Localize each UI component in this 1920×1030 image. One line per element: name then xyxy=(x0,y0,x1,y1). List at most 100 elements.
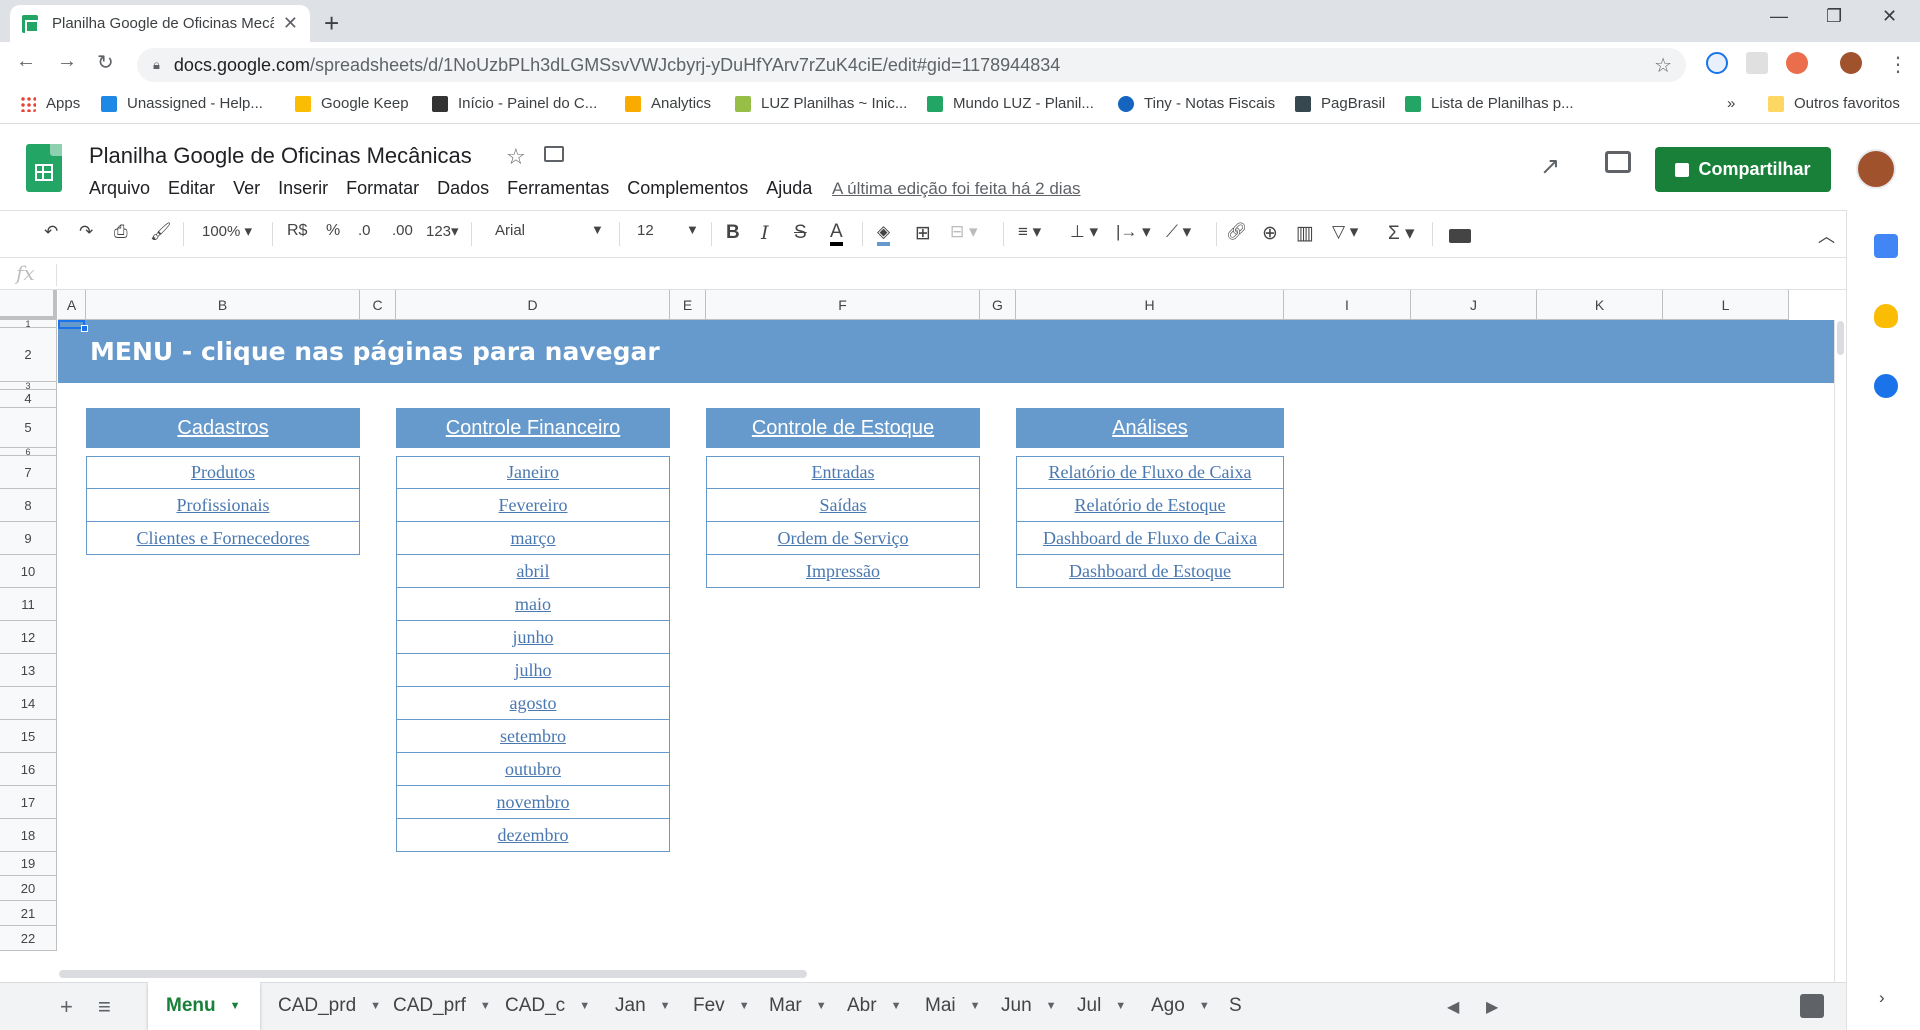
print-icon[interactable]: ⎙ xyxy=(114,222,128,242)
menu-link[interactable]: Clientes e Fornecedores xyxy=(137,528,310,549)
menu-link[interactable]: março xyxy=(511,528,556,549)
reload-icon[interactable]: ↻ xyxy=(97,50,114,75)
menu-link[interactable]: Dashboard de Fluxo de Caixa xyxy=(1043,528,1257,549)
sheet-tab-menu-icon[interactable]: ▼ xyxy=(660,1000,671,1012)
row-header[interactable]: 19 xyxy=(0,852,57,876)
bookmark-unassigned[interactable]: Unassigned - Help... xyxy=(101,95,263,112)
share-button[interactable]: Compartilhar xyxy=(1655,147,1831,192)
all-sheets-icon[interactable]: ≡ xyxy=(98,994,111,1020)
menu-inserir[interactable]: Inserir xyxy=(278,178,328,199)
paint-format-icon[interactable]: 🖌︎ xyxy=(150,222,172,242)
scroll-tabs-left-icon[interactable]: ◀ xyxy=(1447,997,1459,1017)
row-header[interactable]: 15 xyxy=(0,720,57,753)
bookmark-luz[interactable]: LUZ Planilhas ~ Inic... xyxy=(735,95,907,112)
font-size-dropdown-icon[interactable]: ▼ xyxy=(686,222,699,237)
menu-link[interactable]: agosto xyxy=(510,693,557,714)
menu-link-cell[interactable]: novembro xyxy=(396,786,670,819)
category-header[interactable]: Controle Financeiro xyxy=(396,408,670,448)
sheet-tab-menu-icon[interactable]: ▼ xyxy=(1115,1000,1126,1012)
text-rotation-icon[interactable]: ⟋ ▾ xyxy=(1166,222,1191,242)
bookmark-pagbrasil[interactable]: PagBrasil xyxy=(1295,95,1385,112)
filter-icon[interactable]: ▽ ▾ xyxy=(1332,222,1358,242)
sheet-tab-mai[interactable]: Mai ▼ xyxy=(907,982,983,1030)
menu-link[interactable]: setembro xyxy=(500,726,566,747)
fill-handle[interactable] xyxy=(81,325,88,332)
explore-icon[interactable] xyxy=(1800,994,1824,1018)
percent-button[interactable]: % xyxy=(326,222,340,240)
menu-arquivo[interactable]: Arquivo xyxy=(89,178,150,199)
category-header[interactable]: Análises xyxy=(1016,408,1284,448)
category-title[interactable]: Controle de Estoque xyxy=(752,417,934,440)
strikethrough-icon[interactable]: S xyxy=(794,222,807,244)
menu-link-cell[interactable]: abril xyxy=(396,555,670,588)
row-header[interactable]: 20 xyxy=(0,876,57,901)
bookmark-apps[interactable]: Apps xyxy=(20,95,80,112)
restore-icon[interactable]: ❐ xyxy=(1826,6,1842,27)
column-header[interactable]: L xyxy=(1663,290,1789,320)
menu-link-cell[interactable]: dezembro xyxy=(396,819,670,852)
category-title[interactable]: Análises xyxy=(1112,417,1188,440)
row-header[interactable]: 21 xyxy=(0,901,57,926)
bold-icon[interactable]: B xyxy=(726,222,740,244)
menu-link-cell[interactable]: Janeiro xyxy=(396,456,670,489)
menu-link-cell[interactable]: Impressão xyxy=(706,555,980,588)
category-title[interactable]: Controle Financeiro xyxy=(446,417,621,440)
account-avatar[interactable] xyxy=(1856,149,1896,189)
insert-chart-icon[interactable]: ▥ xyxy=(1296,222,1314,245)
sheet-tab-jan[interactable]: Jan ▼ xyxy=(597,982,675,1030)
vertical-align-icon[interactable]: ⊥ ▾ xyxy=(1070,222,1098,242)
insert-link-icon[interactable]: 🔗︎ xyxy=(1226,222,1248,242)
row-header[interactable]: 8 xyxy=(0,489,57,522)
column-header[interactable]: K xyxy=(1537,290,1663,320)
close-window-icon[interactable]: ✕ xyxy=(1882,6,1897,27)
sheet-tab-fev[interactable]: Fev ▼ xyxy=(675,982,751,1030)
row-header[interactable]: 11 xyxy=(0,588,57,621)
bookmark-analytics[interactable]: Analytics xyxy=(625,95,711,112)
menu-link[interactable]: abril xyxy=(517,561,550,582)
vertical-scrollbar[interactable] xyxy=(1834,320,1846,982)
calendar-icon[interactable] xyxy=(1874,234,1898,258)
menu-link-cell[interactable]: Relatório de Fluxo de Caixa xyxy=(1016,456,1284,489)
sheet-tab-cad_prd[interactable]: CAD_prd ▼ xyxy=(260,982,381,1030)
menu-complementos[interactable]: Complementos xyxy=(627,178,748,199)
row-header[interactable]: 7 xyxy=(0,456,57,489)
decrease-decimal-button[interactable]: .0 xyxy=(358,222,371,239)
column-header[interactable]: E xyxy=(670,290,706,320)
sheet-tab-ago[interactable]: Ago ▼ xyxy=(1133,982,1221,1030)
bookmark-star-icon[interactable]: ☆ xyxy=(1654,53,1672,78)
menu-link[interactable]: Relatório de Fluxo de Caixa xyxy=(1049,462,1252,483)
row-header[interactable]: 3 xyxy=(0,381,57,391)
increase-decimal-button[interactable]: .00 xyxy=(392,222,413,239)
browser-menu-icon[interactable]: ⋮ xyxy=(1888,52,1908,77)
star-icon[interactable]: ☆ xyxy=(506,144,526,170)
select-all-corner[interactable] xyxy=(0,290,57,320)
menu-formatar[interactable]: Formatar xyxy=(346,178,419,199)
row-header[interactable]: 6 xyxy=(0,447,57,457)
functions-icon[interactable]: Σ ▾ xyxy=(1388,222,1415,245)
sheet-tab-menu-icon[interactable]: ▼ xyxy=(891,1000,902,1012)
row-header[interactable]: 9 xyxy=(0,522,57,555)
menu-link[interactable]: junho xyxy=(512,627,553,648)
menu-dados[interactable]: Dados xyxy=(437,178,489,199)
undo-icon[interactable]: ↶ xyxy=(44,222,58,242)
row-header[interactable]: 4 xyxy=(0,390,57,408)
menu-link-cell[interactable]: março xyxy=(396,522,670,555)
horizontal-scroll-thumb[interactable] xyxy=(59,970,807,978)
formula-bar[interactable] xyxy=(0,258,1846,290)
menu-link[interactable]: Fevereiro xyxy=(499,495,568,516)
column-header[interactable]: J xyxy=(1411,290,1537,320)
tasks-icon[interactable] xyxy=(1874,374,1898,398)
sheet-tab-jun[interactable]: Jun ▼ xyxy=(983,982,1059,1030)
extension-k-icon[interactable] xyxy=(1786,52,1808,74)
row-header[interactable]: 10 xyxy=(0,555,57,588)
menu-link[interactable]: Relatório de Estoque xyxy=(1075,495,1226,516)
last-edit-link[interactable]: A última edição foi feita há 2 dias xyxy=(832,179,1081,199)
row-header[interactable]: 2 xyxy=(0,328,57,382)
menu-link-cell[interactable]: Saídas xyxy=(706,489,980,522)
row-header[interactable]: 22 xyxy=(0,926,57,951)
menu-ferramentas[interactable]: Ferramentas xyxy=(507,178,609,199)
menu-link-cell[interactable]: Ordem de Serviço xyxy=(706,522,980,555)
sheet-tab-menu-icon[interactable]: ▼ xyxy=(1199,1000,1210,1012)
back-icon[interactable]: ← xyxy=(16,50,36,73)
menu-link-cell[interactable]: maio xyxy=(396,588,670,621)
